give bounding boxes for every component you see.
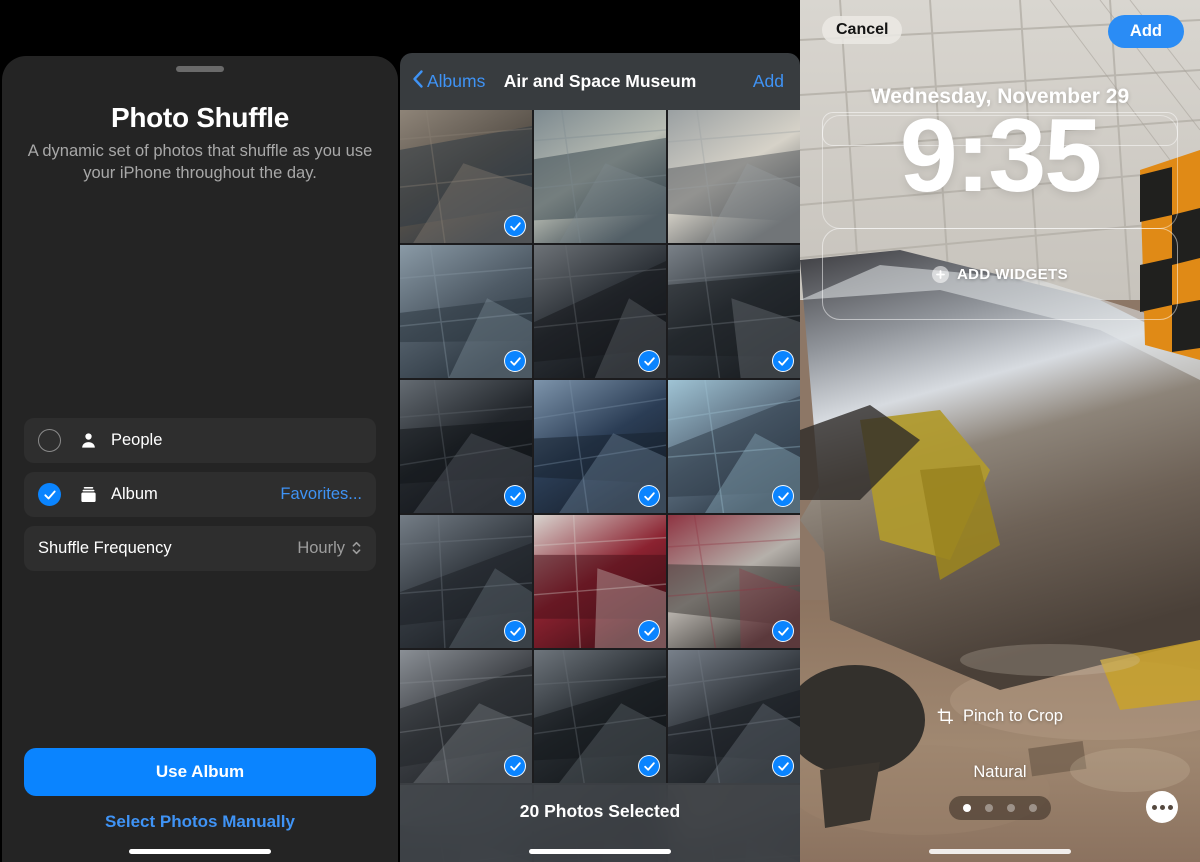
photo-selected-checkmark-icon[interactable] (504, 755, 526, 777)
cancel-button[interactable]: Cancel (822, 16, 903, 44)
chevron-left-icon (412, 69, 424, 94)
shuffle-frequency-label: Shuffle Frequency (38, 539, 172, 557)
option-row-album[interactable]: Album Favorites... (24, 472, 376, 517)
back-to-albums-button[interactable]: Albums (412, 69, 485, 94)
photo-selected-checkmark-icon[interactable] (772, 485, 794, 507)
pinch-to-crop-hint: Pinch to Crop (800, 707, 1200, 726)
ellipsis-icon[interactable] (1146, 791, 1178, 823)
shuffle-frequency-row[interactable]: Shuffle Frequency Hourly (24, 526, 376, 571)
photo-picker-panel: Albums Air and Space Museum Add 20 Photo… (400, 0, 800, 862)
radio-unselected-icon[interactable] (38, 429, 61, 452)
photo-cell[interactable] (534, 515, 666, 648)
option-row-people[interactable]: People (24, 418, 376, 463)
photo-thumbnail (668, 110, 800, 243)
photo-cell[interactable] (668, 110, 800, 243)
photo-cell[interactable] (668, 650, 800, 783)
photo-picker-sheet: Albums Air and Space Museum Add 20 Photo… (400, 53, 800, 862)
option-label: Album (111, 485, 158, 503)
plus-circle-icon (931, 265, 949, 283)
page-subtitle: A dynamic set of photos that shuffle as … (27, 142, 373, 182)
crop-icon (937, 708, 954, 725)
lock-screen-time[interactable]: 9:35 (800, 104, 1200, 208)
add-widgets-inner: ADD WIDGETS (931, 265, 1069, 283)
photo-cell[interactable] (668, 380, 800, 513)
wallpaper-style-name: Natural (973, 763, 1027, 781)
add-wallpaper-button[interactable]: Add (1107, 15, 1184, 48)
photo-selected-checkmark-icon[interactable] (504, 620, 526, 642)
page-title: Photo Shuffle (110, 102, 290, 133)
photo-selected-checkmark-icon[interactable] (504, 350, 526, 372)
home-indicator (929, 849, 1071, 854)
home-indicator (529, 849, 671, 854)
pager-dot[interactable] (985, 804, 993, 812)
photo-shuffle-sheet: Photo Shuffle A dynamic set of photos th… (2, 56, 398, 862)
pager-dot[interactable] (1029, 804, 1037, 812)
sheet-grabber[interactable] (176, 66, 224, 72)
up-down-chevron-icon (351, 540, 362, 558)
option-label: People (111, 431, 163, 449)
photo-cell[interactable] (534, 110, 666, 243)
photos-selected-count: 20 Photos Selected (519, 801, 681, 821)
photo-selected-checkmark-icon[interactable] (638, 755, 660, 777)
album-value[interactable]: Favorites... (280, 485, 362, 504)
style-pager[interactable] (949, 796, 1051, 820)
shuffle-frequency-value-group[interactable]: Hourly (297, 539, 362, 558)
photo-thumbnail (534, 110, 666, 243)
photo-cell[interactable] (400, 380, 532, 513)
add-widgets-button[interactable]: ADD WIDGETS (822, 228, 1178, 320)
photo-cell[interactable] (400, 515, 532, 648)
use-album-button[interactable]: Use Album (24, 748, 376, 796)
person-icon (77, 431, 99, 450)
shuffle-frequency-value: Hourly (297, 539, 345, 557)
picker-nav-bar: Albums Air and Space Museum Add (400, 53, 800, 110)
home-indicator (129, 849, 271, 854)
radio-selected-icon[interactable] (38, 483, 61, 506)
photo-selected-checkmark-icon[interactable] (772, 350, 794, 372)
photo-cell[interactable] (400, 110, 532, 243)
lock-screen-preview-panel: Cancel Add Wednesday, November 29 9:35 A… (800, 0, 1200, 862)
album-icon (77, 485, 99, 504)
photo-selected-checkmark-icon[interactable] (638, 350, 660, 372)
photo-selected-checkmark-icon[interactable] (638, 620, 660, 642)
pager-dot[interactable] (963, 804, 971, 812)
pager-dot[interactable] (1007, 804, 1015, 812)
picker-add-button[interactable]: Add (753, 71, 784, 92)
photo-grid (400, 53, 800, 862)
photo-cell[interactable] (668, 245, 800, 378)
photo-shuffle-panel: Photo Shuffle A dynamic set of photos th… (0, 0, 400, 862)
photo-cell[interactable] (534, 380, 666, 513)
photo-selected-checkmark-icon[interactable] (772, 620, 794, 642)
pinch-to-crop-label: Pinch to Crop (963, 707, 1063, 725)
photo-selected-checkmark-icon[interactable] (504, 215, 526, 237)
options-list: People Album Favorites... Shuffle Freque… (24, 418, 376, 580)
picker-footer: 20 Photos Selected (400, 783, 800, 862)
photo-cell[interactable] (534, 245, 666, 378)
photo-cell[interactable] (534, 650, 666, 783)
photo-cell[interactable] (400, 245, 532, 378)
photo-selected-checkmark-icon[interactable] (772, 755, 794, 777)
photo-cell[interactable] (668, 515, 800, 648)
screenshot-root: Photo Shuffle A dynamic set of photos th… (0, 0, 1200, 862)
photo-cell[interactable] (400, 650, 532, 783)
photo-selected-checkmark-icon[interactable] (504, 485, 526, 507)
back-label: Albums (427, 71, 486, 91)
select-photos-manually-link[interactable]: Select Photos Manually (2, 812, 398, 832)
add-widgets-label: ADD WIDGETS (956, 265, 1069, 283)
photo-selected-checkmark-icon[interactable] (638, 485, 660, 507)
